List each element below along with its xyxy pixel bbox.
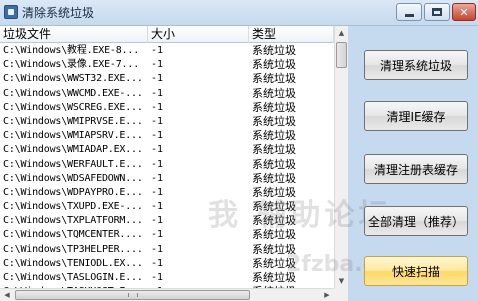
clean-all-button[interactable]: 全部清理（推荐） <box>364 206 468 236</box>
file-path-cell: C:\Windows\WMIAPSRV.E... <box>3 130 143 142</box>
table-row[interactable]: C:\Windows\TP3HELPER.... -1 系统垃圾 <box>0 243 334 257</box>
size-cell: -1 <box>151 130 164 142</box>
table-row[interactable]: C:\Windows\WMIADAP.EX... -1 系统垃圾 <box>0 143 334 157</box>
quick-scan-button[interactable]: 快速扫描 <box>364 256 468 286</box>
horizontal-scrollbar[interactable]: ◀ ▶ <box>0 288 334 301</box>
table-row[interactable]: C:\Windows\WERFAULT.E... -1 系统垃圾 <box>0 158 334 172</box>
file-path-cell: C:\Windows\WMIADAP.EX... <box>3 144 143 156</box>
column-header-type[interactable]: 类型 <box>249 26 334 43</box>
table-row[interactable]: C:\Windows\录像.EXE-7... -1 系统垃圾 <box>0 58 334 72</box>
clean-registry-cache-button[interactable]: 清理注册表缓存 <box>364 154 468 184</box>
size-cell: -1 <box>151 158 164 170</box>
table-row[interactable]: C:\Windows\WWCMD.EXE-... -1 系统垃圾 <box>0 87 334 101</box>
size-cell: -1 <box>151 59 164 71</box>
column-header-size[interactable]: 大小 <box>148 26 249 43</box>
size-cell: -1 <box>151 272 164 283</box>
type-cell: 系统垃圾 <box>252 86 296 100</box>
size-cell: -1 <box>151 172 164 184</box>
type-cell: 系统垃圾 <box>252 72 296 86</box>
file-path-cell: C:\Windows\WMIPRVSE.E... <box>3 115 143 127</box>
maximize-button[interactable] <box>424 3 450 21</box>
type-cell: 系统垃圾 <box>252 129 296 143</box>
horizontal-scroll-thumb[interactable] <box>15 290 250 300</box>
list-rows: C:\Windows\教程.EXE-8... -1 系统垃圾 C:\Windows\录… <box>0 44 334 289</box>
type-cell: 系统垃圾 <box>252 100 296 114</box>
title-bar: 清除系统垃圾 ✕ <box>0 0 478 26</box>
table-row[interactable]: C:\Windows\WMIPRVSE.E... -1 系统垃圾 <box>0 115 334 129</box>
close-button[interactable]: ✕ <box>452 3 476 21</box>
file-path-cell: C:\Windows\TXPLATFORM... <box>3 215 143 227</box>
list-header: 垃圾文件 大小 类型 <box>0 26 334 43</box>
size-cell: -1 <box>151 45 164 56</box>
file-path-cell: C:\Windows\WDSAFEDOWN... <box>3 172 143 184</box>
window-title: 清除系统垃圾 <box>22 6 95 20</box>
scroll-left-icon[interactable]: ◀ <box>0 289 14 301</box>
minimize-button[interactable] <box>396 3 422 21</box>
scrollbar-corner <box>334 288 348 301</box>
scroll-right-icon[interactable]: ▶ <box>320 289 334 301</box>
file-path-cell: C:\Windows\TXUPD.EXE-... <box>3 201 143 213</box>
type-cell: 系统垃圾 <box>252 143 296 157</box>
file-path-cell: C:\Windows\TQMCENTER.... <box>3 229 143 241</box>
type-cell: 系统垃圾 <box>252 58 296 72</box>
table-row[interactable]: C:\Windows\教程.EXE-8... -1 系统垃圾 <box>0 44 334 58</box>
column-header-file[interactable]: 垃圾文件 <box>0 26 148 43</box>
file-path-cell: C:\Windows\WWST32.EXE... <box>3 73 143 85</box>
clean-system-junk-button[interactable]: 清理系统垃圾 <box>364 50 468 80</box>
size-cell: -1 <box>151 73 164 85</box>
vertical-scroll-thumb[interactable] <box>336 42 347 68</box>
scroll-up-icon[interactable]: ▲ <box>335 26 348 40</box>
file-path-cell: C:\Windows\教程.EXE-8... <box>3 45 140 56</box>
file-path-cell: C:\Windows\WDPAYPRO.E... <box>3 186 143 198</box>
file-path-cell: C:\Windows\录像.EXE-7... <box>3 59 140 71</box>
type-cell: 系统垃圾 <box>252 171 296 185</box>
table-row[interactable]: C:\Windows\WMIAPSRV.E... -1 系统垃圾 <box>0 129 334 143</box>
file-path-cell: C:\Windows\WSCREG.EXE... <box>3 101 143 113</box>
size-cell: -1 <box>151 243 164 255</box>
clean-ie-cache-button[interactable]: 清理IE缓存 <box>364 101 468 131</box>
type-cell: 系统垃圾 <box>252 157 296 171</box>
file-path-cell: C:\Windows\WWCMD.EXE-... <box>3 87 143 99</box>
maximize-icon <box>432 8 442 16</box>
size-cell: -1 <box>151 87 164 99</box>
table-row[interactable]: C:\Windows\WDSAFEDOWN... -1 系统垃圾 <box>0 172 334 186</box>
file-path-cell: C:\Windows\TENIODL.EX... <box>3 257 143 269</box>
type-cell: 系统垃圾 <box>252 44 296 57</box>
file-path-cell: C:\Windows\TASLOGIN.E... <box>3 272 143 283</box>
size-cell: -1 <box>151 115 164 127</box>
minimize-icon <box>404 13 414 17</box>
table-row[interactable]: C:\Windows\WWST32.EXE... -1 系统垃圾 <box>0 72 334 86</box>
table-row[interactable]: C:\Windows\TENIODL.EX... -1 系统垃圾 <box>0 257 334 271</box>
table-row[interactable]: C:\Windows\WSCREG.EXE... -1 系统垃圾 <box>0 101 334 115</box>
file-path-cell: C:\Windows\WERFAULT.E... <box>3 158 143 170</box>
file-path-cell: C:\Windows\TP3HELPER.... <box>3 243 143 255</box>
size-cell: -1 <box>151 257 164 269</box>
app-icon <box>4 5 18 19</box>
size-cell: -1 <box>151 144 164 156</box>
table-row[interactable]: C:\Windows\TASLOGIN.E... -1 系统垃圾 <box>0 271 334 285</box>
close-icon: ✕ <box>459 5 469 19</box>
size-cell: -1 <box>151 101 164 113</box>
vertical-scrollbar[interactable]: ▲ ▼ <box>334 26 348 288</box>
type-cell: 系统垃圾 <box>252 114 296 128</box>
